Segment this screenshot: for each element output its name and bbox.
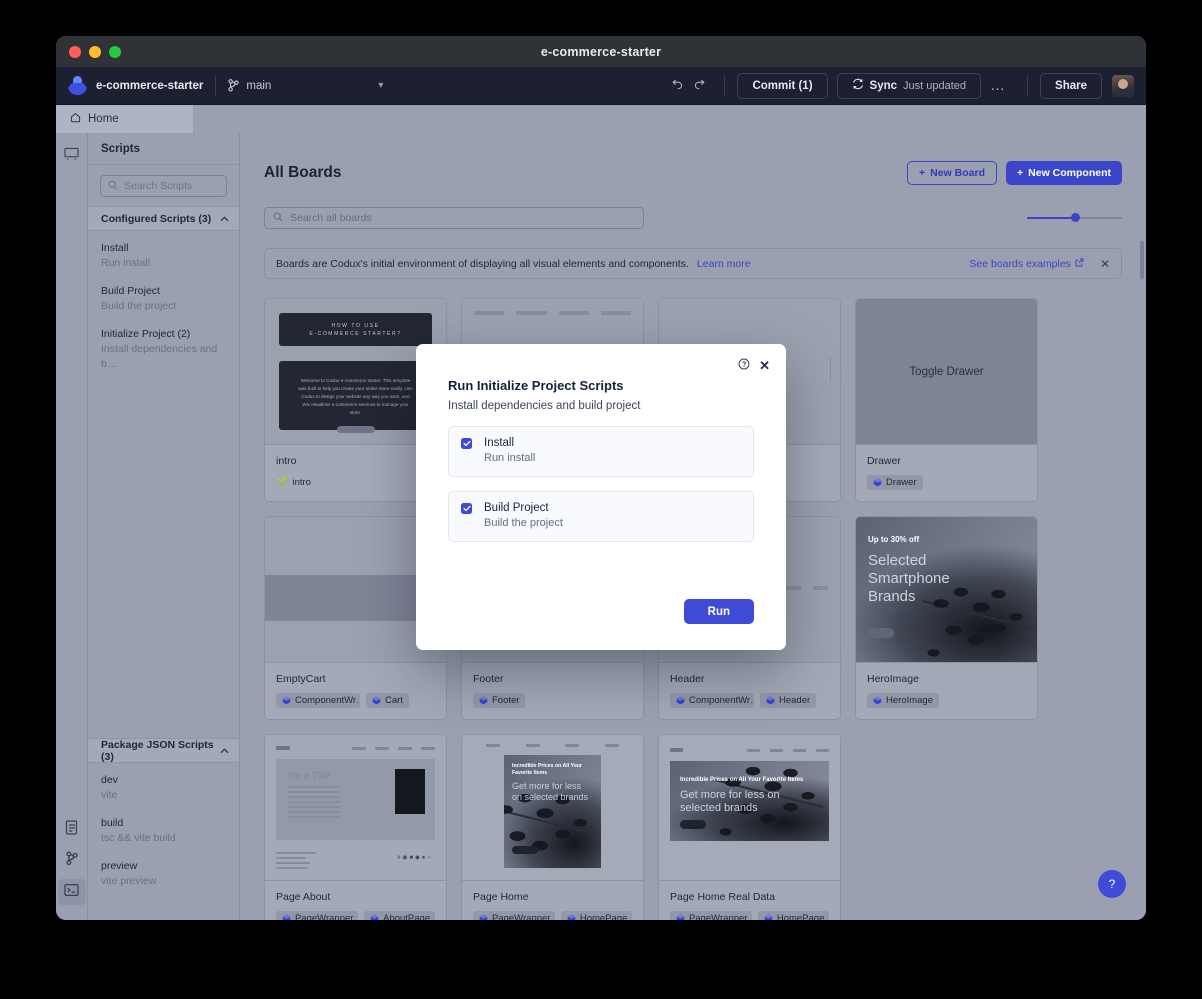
app-window: e-commerce-starter e-commerce-starter ma… <box>56 36 1146 920</box>
run-scripts-dialog: ✕ Run Initialize Project Scripts Install… <box>416 344 786 650</box>
run-button[interactable]: Run <box>683 599 754 624</box>
dialog-title: Run Initialize Project Scripts <box>448 378 624 393</box>
help-circle-icon[interactable] <box>738 357 750 375</box>
option-description: Build the project <box>484 517 563 529</box>
dialog-actions: Run <box>683 599 754 624</box>
checkbox-checked-icon[interactable] <box>461 503 472 514</box>
option-description: Run install <box>484 452 536 464</box>
close-dialog-button[interactable]: ✕ <box>759 358 770 374</box>
checkbox-checked-icon[interactable] <box>461 438 472 449</box>
dialog-controls: ✕ <box>738 357 770 375</box>
option-name: Install <box>484 437 515 449</box>
option-name: Build Project <box>484 502 549 514</box>
screen: e-commerce-starter e-commerce-starter ma… <box>0 0 1202 999</box>
script-option-install[interactable]: Install Run install <box>448 426 754 477</box>
script-option-build-project[interactable]: Build Project Build the project <box>448 491 754 542</box>
dialog-subtitle: Install dependencies and build project <box>448 400 641 412</box>
